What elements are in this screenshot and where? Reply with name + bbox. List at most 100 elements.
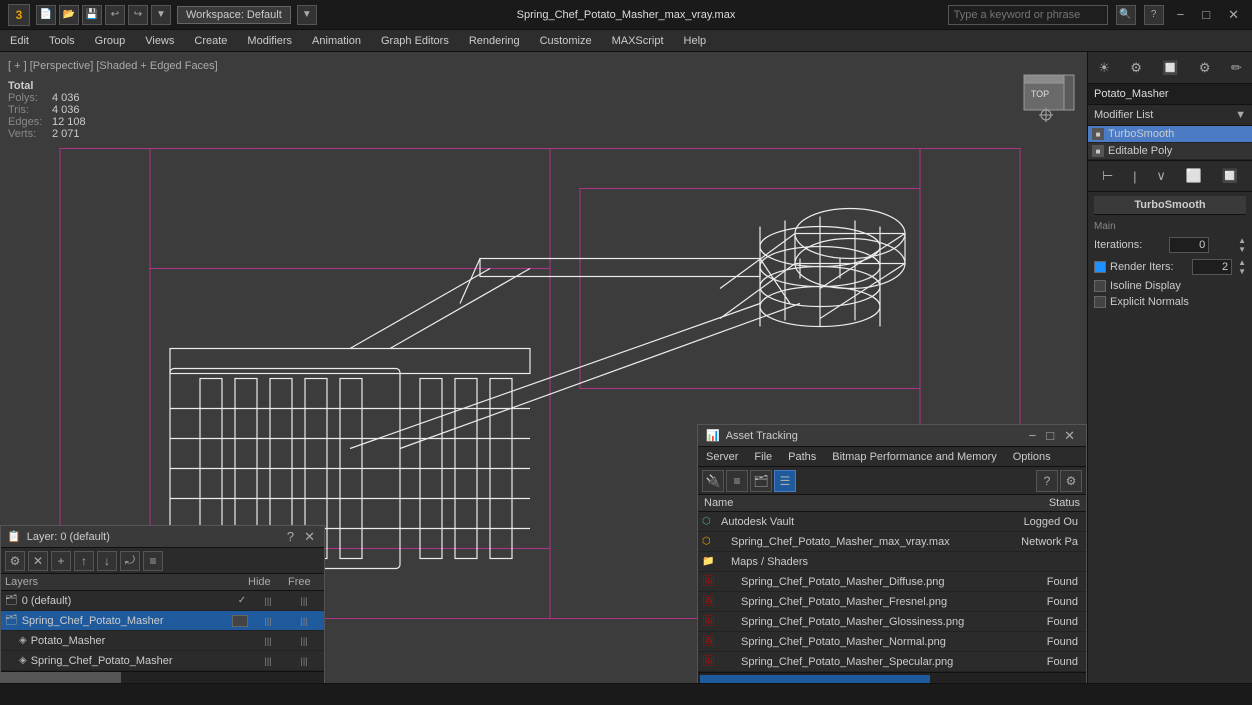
open-icon[interactable]: 📂 [59, 5, 79, 25]
workspace-button[interactable]: Workspace: Default [177, 6, 291, 24]
layer-row[interactable]: 🗂 0 (default) ✓ ||| ||| [1, 591, 324, 611]
ap-row-status: Found [1012, 576, 1082, 588]
ap-row[interactable]: 🖼 Spring_Chef_Potato_Masher_Normal.png F… [698, 632, 1086, 652]
ap-tb-btn2[interactable]: ≡ [726, 470, 748, 492]
ap-row[interactable]: ⬡ Autodesk Vault Logged Ou [698, 512, 1086, 532]
nav-cube[interactable]: TOP [1014, 60, 1079, 125]
menu-modifiers[interactable]: Modifiers [237, 30, 302, 51]
ap-row[interactable]: 🖼 Spring_Chef_Potato_Masher_Glossiness.p… [698, 612, 1086, 632]
ap-row[interactable]: 🖼 Spring_Chef_Potato_Masher_Diffuse.png … [698, 572, 1086, 592]
modifier-list-row: Modifier List ▼ [1088, 105, 1252, 126]
ap-tb-btn3[interactable]: 🗂 [750, 470, 772, 492]
ap-tb-help-btn[interactable]: ? [1036, 470, 1058, 492]
modifier-editablepoly[interactable]: ■ Editable Poly [1088, 143, 1252, 160]
ap-tb-btn1[interactable]: 🔌 [702, 470, 724, 492]
rp-icon-5[interactable]: ✏ [1228, 57, 1245, 79]
lp-scrollbar[interactable] [1, 671, 324, 683]
lp-move-dn-btn[interactable]: ↓ [97, 551, 117, 571]
ts-explicit-checkbox[interactable] [1094, 296, 1106, 308]
ts-iterations-input[interactable] [1169, 237, 1209, 253]
lp-delete-btn[interactable]: ✕ [28, 551, 48, 571]
layers-panel: 📋 Layer: 0 (default) ? ✕ ⚙ ✕ + ↑ ↓ ⤾ ≡ L… [0, 525, 325, 683]
rp2-icon3[interactable]: ∨ [1153, 165, 1169, 187]
ap-row[interactable]: ⬡ Spring_Chef_Potato_Masher_max_vray.max… [698, 532, 1086, 552]
menu-help[interactable]: Help [674, 30, 717, 51]
ap-menu-bitmap[interactable]: Bitmap Performance and Memory [824, 447, 1004, 466]
ap-menu-options[interactable]: Options [1005, 447, 1059, 466]
menu-animation[interactable]: Animation [302, 30, 371, 51]
lp-question-btn[interactable]: ? [284, 529, 297, 545]
ap-menu-server[interactable]: Server [698, 447, 746, 466]
help-icon[interactable]: ? [1144, 5, 1164, 25]
menu-views[interactable]: Views [135, 30, 184, 51]
stats-tris-row: Tris: 4 036 [8, 104, 86, 116]
ap-toolbar: 🔌 ≡ 🗂 ☰ ? ⚙ [698, 467, 1086, 495]
lp-btn5[interactable]: ⤾ [120, 551, 140, 571]
titlebar: 3 📄 📂 💾 ↩ ↪ ▼ Workspace: Default ▼ Sprin… [0, 0, 1252, 30]
minimize-button[interactable]: − [1172, 5, 1190, 25]
ts-iterations-spinner[interactable]: ▲ ▼ [1238, 236, 1246, 254]
rp2-icon1[interactable]: ⊢ [1099, 165, 1116, 187]
ap-maximize-btn[interactable]: □ [1043, 428, 1057, 444]
rp-icon-3[interactable]: 🔲 [1159, 57, 1181, 79]
layer-row[interactable]: 🗂 Spring_Chef_Potato_Masher ||| ||| [1, 611, 324, 631]
ap-menu-paths[interactable]: Paths [780, 447, 824, 466]
options-icon[interactable]: ▼ [151, 5, 171, 25]
turbosmooth-section: TurboSmooth Main Iterations: ▲ ▼ Render … [1088, 192, 1252, 705]
lp-move-up-btn[interactable]: ↑ [74, 551, 94, 571]
search-icon[interactable]: 🔍 [1116, 5, 1136, 25]
lp-close-btn[interactable]: ✕ [301, 529, 318, 545]
menu-maxscript[interactable]: MAXScript [602, 30, 674, 51]
ap-tb-settings-btn[interactable]: ⚙ [1060, 470, 1082, 492]
menu-graph-editors[interactable]: Graph Editors [371, 30, 459, 51]
ap-folder-icon: 📁 [702, 556, 718, 567]
menu-rendering[interactable]: Rendering [459, 30, 530, 51]
ts-isoline-checkbox[interactable] [1094, 280, 1106, 292]
new-icon[interactable]: 📄 [36, 5, 56, 25]
ap-menu-file[interactable]: File [746, 447, 780, 466]
ts-renderiter-checkbox[interactable] [1094, 261, 1106, 273]
menu-group[interactable]: Group [85, 30, 136, 51]
rp-icon-1[interactable]: ☀ [1095, 57, 1113, 79]
ap-row[interactable]: 🖼 Spring_Chef_Potato_Masher_Specular.png… [698, 652, 1086, 672]
lp-header: Layers Hide Free [1, 574, 324, 591]
modifier-turbosmooth[interactable]: ■ TurboSmooth [1088, 126, 1252, 143]
menu-tools[interactable]: Tools [39, 30, 85, 51]
ap-img-icon-4: 🖼 [702, 636, 718, 647]
ap-row[interactable]: 📁 Maps / Shaders [698, 552, 1086, 572]
lp-icon: 📋 [7, 530, 21, 543]
ap-img-icon: 🖼 [702, 576, 718, 587]
ap-row-status: Found [1012, 636, 1082, 648]
ap-row[interactable]: 🖼 Spring_Chef_Potato_Masher_Fresnel.png … [698, 592, 1086, 612]
redo-icon[interactable]: ↪ [128, 5, 148, 25]
rp2-icon2[interactable]: | [1130, 166, 1139, 187]
lp-settings-btn[interactable]: ⚙ [5, 551, 25, 571]
close-button[interactable]: ✕ [1223, 5, 1244, 25]
menu-customize[interactable]: Customize [530, 30, 602, 51]
search-input[interactable] [948, 5, 1108, 25]
menu-create[interactable]: Create [184, 30, 237, 51]
layer-row[interactable]: ◈ Potato_Masher ||| ||| [1, 631, 324, 651]
rp2-icon4[interactable]: ⬜ [1183, 165, 1205, 187]
ts-renderiter-spinner[interactable]: ▲ ▼ [1238, 258, 1246, 276]
ts-renderiter-input[interactable] [1192, 259, 1232, 275]
layer-row[interactable]: ◈ Spring_Chef_Potato_Masher ||| ||| [1, 651, 324, 671]
modifier-list-dropdown[interactable]: ▼ [1235, 109, 1246, 121]
menu-edit[interactable]: Edit [0, 30, 39, 51]
ap-row-name: Autodesk Vault [721, 516, 1012, 528]
rp-toolbar: ☀ ⚙ 🔲 ⚙ ✏ [1088, 52, 1252, 84]
lp-controls: ? ✕ [284, 529, 318, 545]
rp-icon-2[interactable]: ⚙ [1127, 57, 1145, 79]
ap-minimize-btn[interactable]: − [1026, 428, 1040, 444]
maximize-button[interactable]: □ [1197, 5, 1215, 25]
lp-btn6[interactable]: ≡ [143, 551, 163, 571]
lp-add-btn[interactable]: + [51, 551, 71, 571]
workspace-dropdown-icon[interactable]: ▼ [297, 5, 317, 25]
undo-icon[interactable]: ↩ [105, 5, 125, 25]
ap-close-btn[interactable]: ✕ [1061, 428, 1078, 444]
ap-tb-btn4[interactable]: ☰ [774, 470, 796, 492]
save-icon[interactable]: 💾 [82, 5, 102, 25]
rp2-icon5[interactable]: 🔲 [1219, 165, 1241, 187]
rp-icon-4[interactable]: ⚙ [1196, 57, 1214, 79]
layer-freeze: ||| [286, 596, 322, 606]
